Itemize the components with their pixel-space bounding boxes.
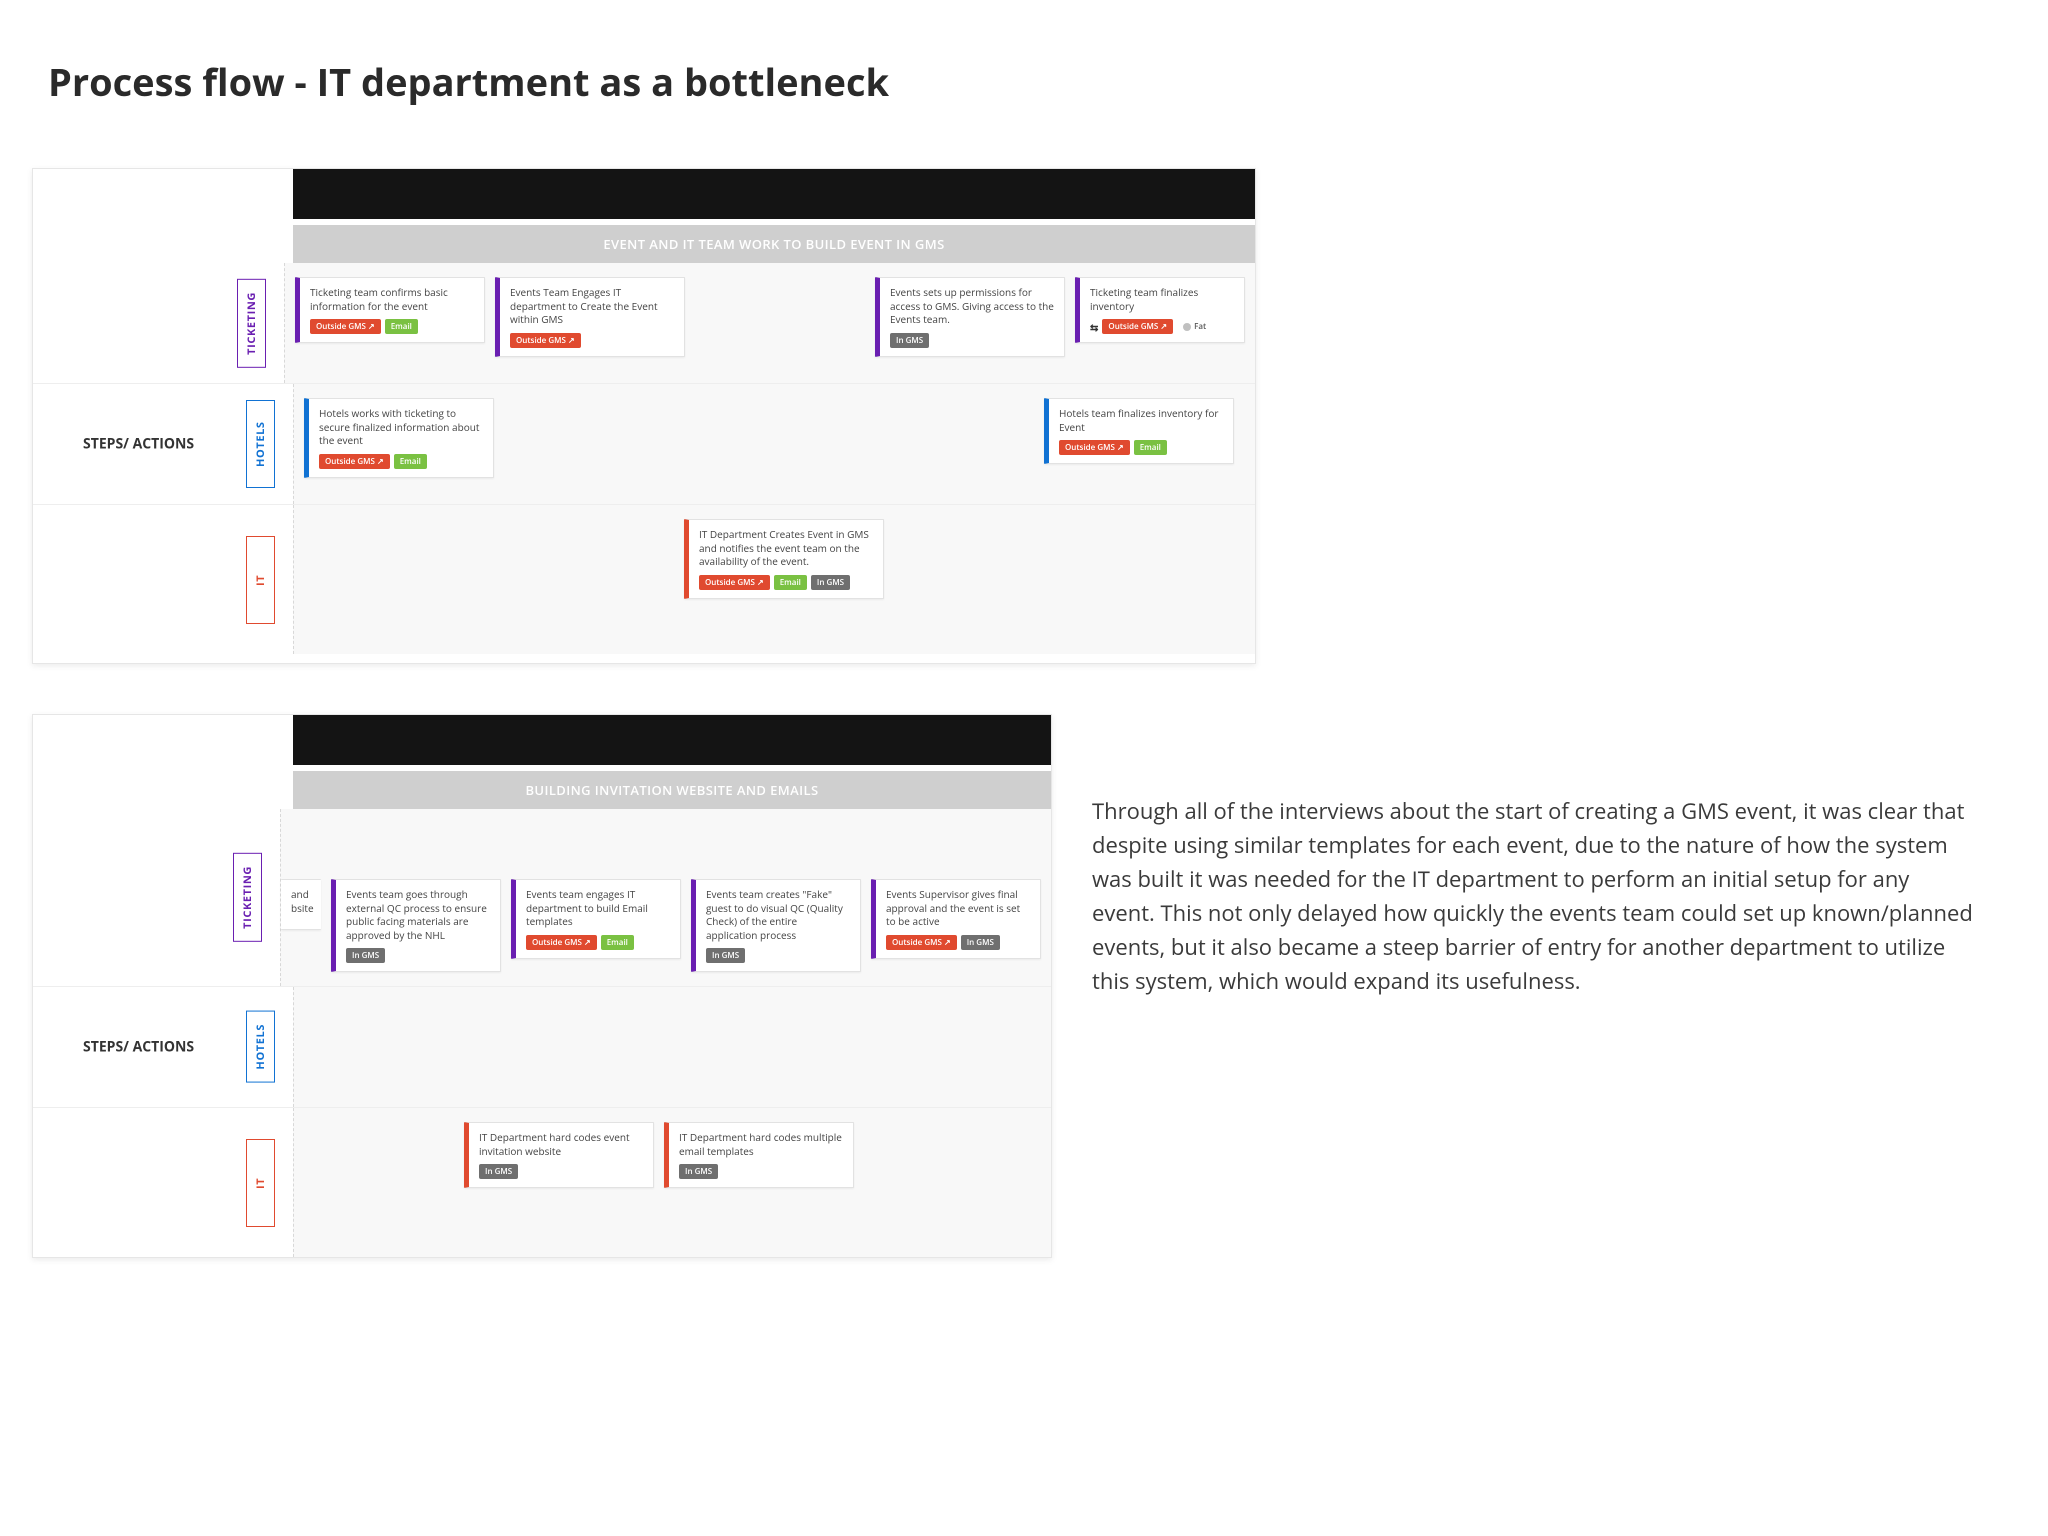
- lane-ticketing: TICKETING Ticketing team confirms basic …: [33, 263, 1255, 383]
- card-text: Events team goes through external QC pro…: [346, 888, 490, 942]
- tag-email: Email: [394, 454, 427, 469]
- lane-it: IT IT Department Creates Event in GMS an…: [33, 504, 1255, 654]
- tag-email: Email: [385, 319, 418, 334]
- section-title: BUILDING INVITATION WEBSITE AND EMAILS: [293, 771, 1051, 809]
- diagram-header-bar: [293, 169, 1255, 219]
- card-text: and bsite: [291, 888, 311, 915]
- flow-card: Events Supervisor gives final approval a…: [871, 879, 1041, 959]
- card-text: Events sets up permissions for access to…: [890, 286, 1054, 327]
- steps-actions-label: STEPS/ ACTIONS: [83, 1038, 194, 1057]
- tag-fat: Fat: [1177, 319, 1212, 334]
- explanatory-paragraph: Through all of the interviews about the …: [1092, 714, 2016, 999]
- tag-email: Email: [601, 935, 634, 950]
- flow-card: Hotels team finalizes inventory for Even…: [1044, 398, 1234, 464]
- diagram-build-event: EVENT AND IT TEAM WORK TO BUILD EVENT IN…: [32, 168, 1256, 664]
- lane-badge-ticketing: TICKETING: [233, 853, 262, 942]
- tag-in-gms: In GMS: [890, 333, 929, 348]
- flow-card: Events sets up permissions for access to…: [875, 277, 1065, 357]
- tag-outside-gms: Outside GMS ↗: [699, 575, 770, 590]
- tag-email: Email: [774, 575, 807, 590]
- card-text: Ticketing team confirms basic informatio…: [310, 286, 474, 313]
- flow-card: IT Department Creates Event in GMS and n…: [684, 519, 884, 599]
- tag-outside-gms: Outside GMS ↗: [886, 935, 957, 950]
- lane-badge-it: IT: [246, 536, 275, 624]
- card-text: Events team creates "Fake" guest to do v…: [706, 888, 850, 942]
- tag-outside-gms: Outside GMS ↗: [1059, 440, 1130, 455]
- flow-card: IT Department hard codes event invitatio…: [464, 1122, 654, 1188]
- tag-outside-gms: Outside GMS ↗: [319, 454, 390, 469]
- card-text: IT Department hard codes multiple email …: [679, 1131, 843, 1158]
- tag-in-gms: In GMS: [961, 935, 1000, 950]
- card-text: Ticketing team finalizes inventory: [1090, 286, 1234, 313]
- lane-hotels: STEPS/ ACTIONS HOTELS Hotels works with …: [33, 383, 1255, 504]
- lane-badge-ticketing: TICKETING: [237, 279, 266, 368]
- section-title: EVENT AND IT TEAM WORK TO BUILD EVENT IN…: [293, 225, 1255, 263]
- lane-badge-hotels: HOTELS: [246, 400, 275, 488]
- flow-card: Events team engages IT department to bui…: [511, 879, 681, 959]
- tag-in-gms: In GMS: [811, 575, 850, 590]
- flow-card: Events team goes through external QC pro…: [331, 879, 501, 972]
- flow-card: IT Department hard codes multiple email …: [664, 1122, 854, 1188]
- tag-in-gms: In GMS: [479, 1164, 518, 1179]
- tag-outside-gms: Outside GMS ↗: [526, 935, 597, 950]
- lane-badge-it: IT: [246, 1139, 275, 1227]
- steps-actions-label: STEPS/ ACTIONS: [83, 435, 194, 454]
- card-text: Hotels works with ticketing to secure fi…: [319, 407, 483, 448]
- lane-hotels: STEPS/ ACTIONS HOTELS: [33, 986, 1051, 1107]
- tag-in-gms: In GMS: [679, 1164, 718, 1179]
- flow-card-cutoff: and bsite: [281, 879, 321, 930]
- lane-badge-hotels: HOTELS: [246, 1011, 275, 1083]
- lane-it: IT IT Department hard codes event invita…: [33, 1107, 1051, 1257]
- card-text: Events team engages IT department to bui…: [526, 888, 670, 929]
- diagram-build-invitation: BUILDING INVITATION WEBSITE AND EMAILS T…: [32, 714, 1052, 1258]
- card-text: IT Department hard codes event invitatio…: [479, 1131, 643, 1158]
- tag-outside-gms: Outside GMS ↗: [1102, 319, 1173, 334]
- tag-outside-gms: Outside GMS ↗: [310, 319, 381, 334]
- card-text: Events Supervisor gives final approval a…: [886, 888, 1030, 929]
- flow-card: Events team creates "Fake" guest to do v…: [691, 879, 861, 972]
- card-text: IT Department Creates Event in GMS and n…: [699, 528, 873, 569]
- page-title: Process flow - IT department as a bottle…: [32, 56, 2016, 108]
- diagram-header-bar: [293, 715, 1051, 765]
- tag-email: Email: [1134, 440, 1167, 455]
- tag-outside-gms: Outside GMS ↗: [510, 333, 581, 348]
- flow-card: Events Team Engages IT department to Cre…: [495, 277, 685, 357]
- tag-in-gms: In GMS: [706, 948, 745, 963]
- lane-ticketing: TICKETING and bsite Events team goes thr…: [33, 809, 1051, 986]
- card-text: Hotels team finalizes inventory for Even…: [1059, 407, 1223, 434]
- tag-in-gms: In GMS: [346, 948, 385, 963]
- card-text: Events Team Engages IT department to Cre…: [510, 286, 674, 327]
- flow-card: Hotels works with ticketing to secure fi…: [304, 398, 494, 478]
- flow-card: Ticketing team finalizes inventory ⇆ Out…: [1075, 277, 1245, 343]
- filter-icon: ⇆: [1090, 320, 1098, 334]
- flow-card: Ticketing team confirms basic informatio…: [295, 277, 485, 343]
